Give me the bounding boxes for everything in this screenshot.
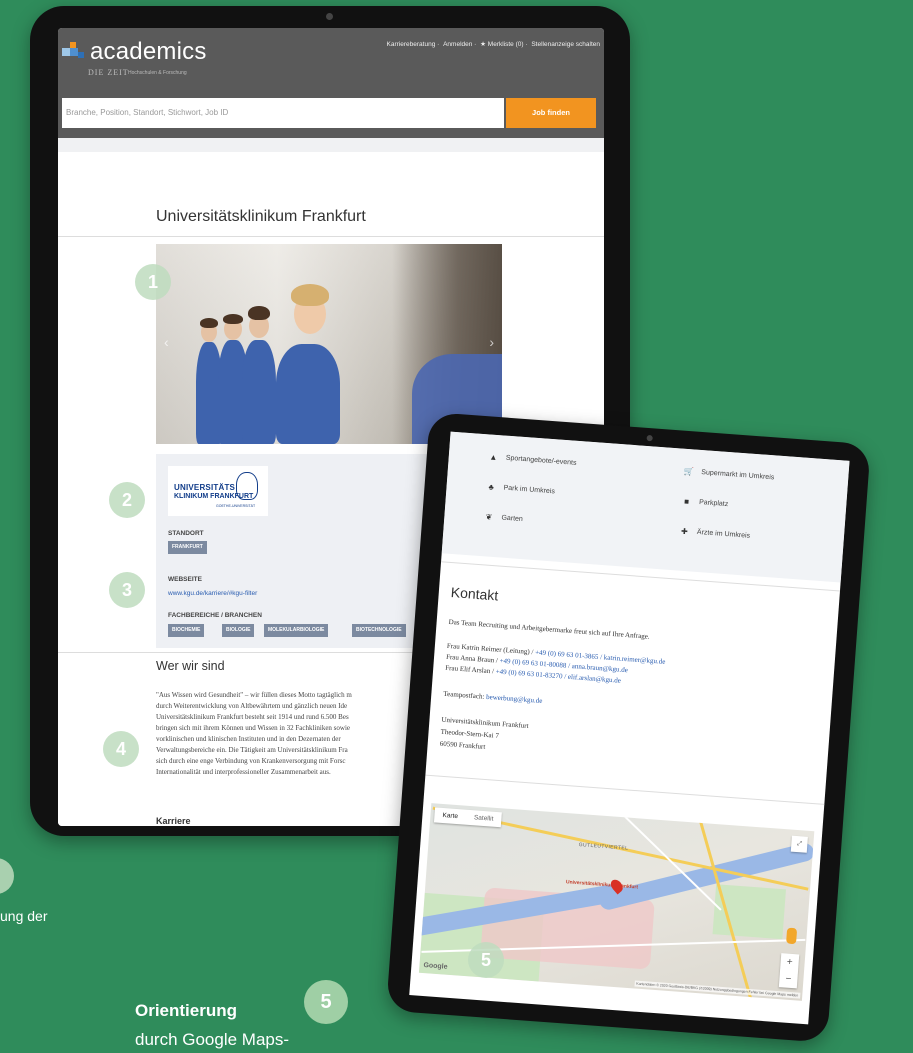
academics-logo-mark-icon — [62, 42, 88, 62]
webseite-link[interactable]: www.kgu.de/karriere/#kgu-filter — [168, 590, 257, 597]
map-type-tabs: Karte Satellit — [433, 807, 502, 828]
kontakt-intro: Das Team Recruiting und Arbeitgebermarke… — [448, 617, 650, 641]
cart-icon: 🛒 — [683, 466, 695, 477]
amenity-item: ❦ Garten — [485, 512, 524, 524]
doctor-icon: ✚ — [680, 526, 689, 537]
amenity-item: ✚ Ärzte im Umkreis — [680, 526, 751, 540]
nav-merkliste[interactable]: ★ Merkliste (0) — [480, 41, 523, 48]
number-badge-partial — [0, 858, 14, 894]
logo-line-1: UNIVERSITÄTS — [174, 483, 236, 492]
top-navigation: Karriereberatung · Anmelden · ★ Merklist… — [386, 41, 600, 48]
amenity-item: ♣ Park im Umkreis — [488, 482, 556, 496]
job-finden-button[interactable]: Job finden — [506, 98, 596, 128]
map-attribution[interactable]: Kartendaten © 2020 GeoBasis-DE/BKG (©200… — [634, 980, 801, 999]
zeit-sub-caption: Hochschulen & Forschung — [128, 70, 187, 76]
camera-dot — [326, 13, 333, 20]
leaf-icon: ❦ — [485, 512, 493, 522]
section-title-karriere: Karriere — [156, 816, 191, 826]
search-input[interactable]: Branche, Position, Standort, Stichwort, … — [62, 98, 504, 128]
teampostfach-line: Teampostfach: bewerbung@kgu.de — [443, 689, 543, 705]
map-tab-karte[interactable]: Karte — [434, 807, 467, 824]
number-badge-4: 4 — [103, 731, 139, 767]
orientierung-subtitle: durch Google Maps- — [135, 1030, 290, 1049]
webseite-label: WEBSEITE — [168, 576, 202, 583]
kontakt-title: Kontakt — [450, 584, 499, 604]
fach-tag-molekularbiologie[interactable]: MOLEKULARBIOLOGIE — [264, 624, 329, 637]
park-icon: ♣ — [488, 482, 495, 492]
divider — [425, 774, 825, 805]
map-tab-satellit[interactable]: Satellit — [465, 810, 502, 828]
company-title: Universitätsklinikum Frankfurt — [156, 208, 366, 225]
standort-tag[interactable]: FRANKFURT — [168, 541, 207, 554]
number-badge-3: 3 — [109, 572, 145, 608]
amenity-item: 🛒 Supermarkt im Umkreis — [683, 466, 775, 482]
section-title-wer-wir-sind: Wer wir sind — [156, 659, 225, 673]
fachbereiche-label: FACHBEREICHE / BRANCHEN — [168, 612, 262, 619]
logo-line-3: GOETHE-UNIVERSITÄT — [216, 504, 256, 508]
logo-line-2: KLINIKUM FRANKFURT — [174, 493, 254, 500]
carousel-next-icon[interactable]: › — [489, 334, 494, 350]
orientierung-title: Orientierung — [135, 1001, 238, 1020]
zoom-out-button[interactable]: − — [779, 970, 798, 988]
number-badge-5: 5 — [468, 942, 504, 978]
standort-label: STANDORT — [168, 530, 204, 537]
number-badge-2: 2 — [109, 482, 145, 518]
fullscreen-icon[interactable]: ⤢ — [790, 835, 808, 853]
caption-fragment: ung der — [0, 908, 48, 924]
amenity-item: ■ Parkplatz — [682, 497, 729, 509]
number-badge-5-large: 5 — [304, 980, 348, 1024]
tablet-device-2: ▲ Sportangebote/-events 🛒 Supermarkt im Um… — [386, 412, 871, 1043]
search-bar: Branche, Position, Standort, Stichwort, … — [58, 92, 604, 138]
map-district-label: GUTLEUTVIERTEL — [578, 842, 629, 852]
car-icon: ■ — [683, 496, 690, 507]
logo-text: academics — [90, 38, 207, 65]
zoom-in-button[interactable]: + — [780, 953, 799, 971]
divider — [58, 236, 604, 237]
nav-stellenanzeige[interactable]: Stellenanzeige schalten — [531, 41, 600, 48]
nav-karriereberatung[interactable]: Karriereberatung — [387, 41, 436, 48]
nav-anmelden[interactable]: Anmelden — [443, 41, 472, 48]
fach-tag-biologie[interactable]: BIOLOGIE — [222, 624, 255, 637]
zeit-sub-logo: DIE ZEIT — [88, 68, 129, 77]
number-badge-1: 1 — [135, 264, 171, 300]
contact-screen: ▲ Sportangebote/-events 🛒 Supermarkt im Um… — [409, 431, 850, 1025]
site-header: academics DIE ZEIT Hochschulen & Forschu… — [58, 28, 604, 92]
amenity-item: ▲ Sportangebote/-events — [489, 452, 577, 467]
zoom-control: + − — [778, 953, 800, 989]
amenities-panel: ▲ Sportangebote/-events 🛒 Supermarkt im Um… — [441, 431, 850, 583]
fach-tag-biotechnologie[interactable]: BIOTECHNOLOGIE — [352, 624, 406, 637]
academics-logo[interactable]: academics — [62, 38, 207, 66]
street-view-icon[interactable] — [786, 927, 798, 945]
uniklinik-logo: UNIVERSITÄTS KLINIKUM FRANKFURT GOETHE-U… — [168, 466, 268, 516]
teampostfach-link[interactable]: bewerbung@kgu.de — [486, 693, 543, 705]
sports-icon: ▲ — [489, 452, 498, 463]
address-line: 60590 Frankfurt — [439, 739, 486, 751]
fach-tag-biochemie[interactable]: BIOCHEMIE — [168, 624, 205, 637]
address-line: Theodor-Stern-Kai 7 — [440, 727, 500, 740]
camera-dot — [646, 434, 653, 442]
carousel-prev-icon[interactable]: ‹ — [164, 334, 169, 350]
